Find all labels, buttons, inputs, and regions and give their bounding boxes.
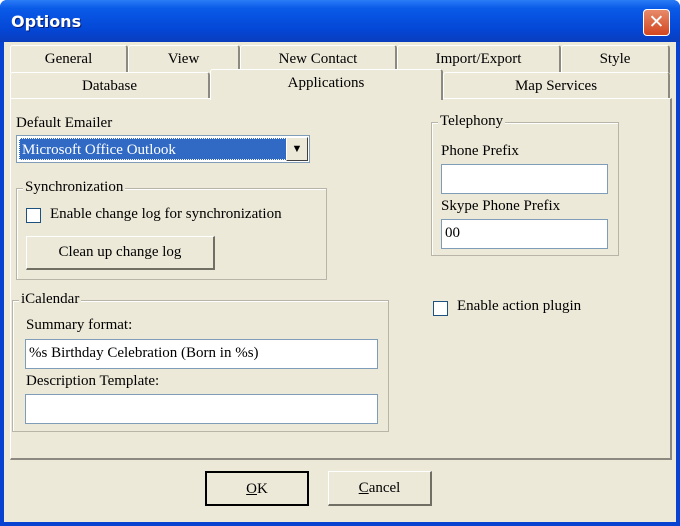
default-emailer-value: Microsoft Office Outlook [19, 138, 287, 160]
telephony-title: Telephony [438, 113, 506, 130]
tab-database[interactable]: Database [10, 72, 210, 100]
window-title: Options [11, 12, 82, 31]
ok-button[interactable]: OK [205, 471, 309, 506]
cancel-button[interactable]: Cancel [328, 471, 432, 506]
enable-change-log-checkbox[interactable] [26, 208, 41, 223]
tab-map-services[interactable]: Map Services [443, 72, 670, 100]
tab-style[interactable]: Style [561, 45, 670, 73]
icalendar-title: iCalendar [19, 291, 82, 308]
telephony-group: Telephony Phone Prefix Skype Phone Prefi… [431, 113, 619, 256]
default-emailer-label: Default Emailer [16, 115, 113, 131]
close-button[interactable]: ✕ [643, 9, 670, 36]
applications-panel: Default Emailer Microsoft Office Outlook… [10, 98, 672, 460]
title-bar[interactable]: Options ✕ [0, 0, 680, 42]
cancel-accel: C [358, 480, 369, 496]
phone-prefix-label: Phone Prefix [441, 143, 519, 159]
dialog-client: General View New Contact Import/Export S… [4, 42, 676, 522]
skype-phone-prefix-input[interactable]: 00 [441, 219, 608, 249]
options-dialog: Options ✕ General View New Contact Impor… [0, 0, 680, 526]
description-template-label: Description Template: [26, 373, 160, 389]
synchronization-title: Synchronization [23, 179, 126, 196]
ok-accel: O [246, 481, 257, 497]
close-icon: ✕ [648, 11, 665, 33]
summary-format-input[interactable]: %s Birthday Celebration (Born in %s) [25, 339, 378, 369]
enable-action-plugin-label: Enable action plugin [457, 298, 582, 314]
cancel-label: ancel [368, 480, 401, 496]
default-emailer-select[interactable]: Microsoft Office Outlook ▼ [16, 135, 310, 163]
tab-general[interactable]: General [10, 45, 128, 73]
dropdown-arrow-icon[interactable]: ▼ [286, 137, 308, 161]
summary-format-label: Summary format: [26, 317, 133, 333]
phone-prefix-input[interactable] [441, 164, 608, 194]
enable-action-plugin-checkbox[interactable] [433, 301, 448, 316]
description-template-input[interactable] [25, 394, 378, 424]
skype-phone-prefix-label: Skype Phone Prefix [441, 198, 561, 214]
ok-label: K [257, 481, 268, 497]
icalendar-group: iCalendar Summary format: %s Birthday Ce… [12, 291, 389, 432]
enable-change-log-label: Enable change log for synchronization [50, 206, 282, 222]
synchronization-group: Synchronization Enable change log for sy… [16, 179, 327, 280]
clean-up-change-log-button[interactable]: Clean up change log [26, 236, 215, 270]
tab-applications[interactable]: Applications [210, 69, 443, 100]
